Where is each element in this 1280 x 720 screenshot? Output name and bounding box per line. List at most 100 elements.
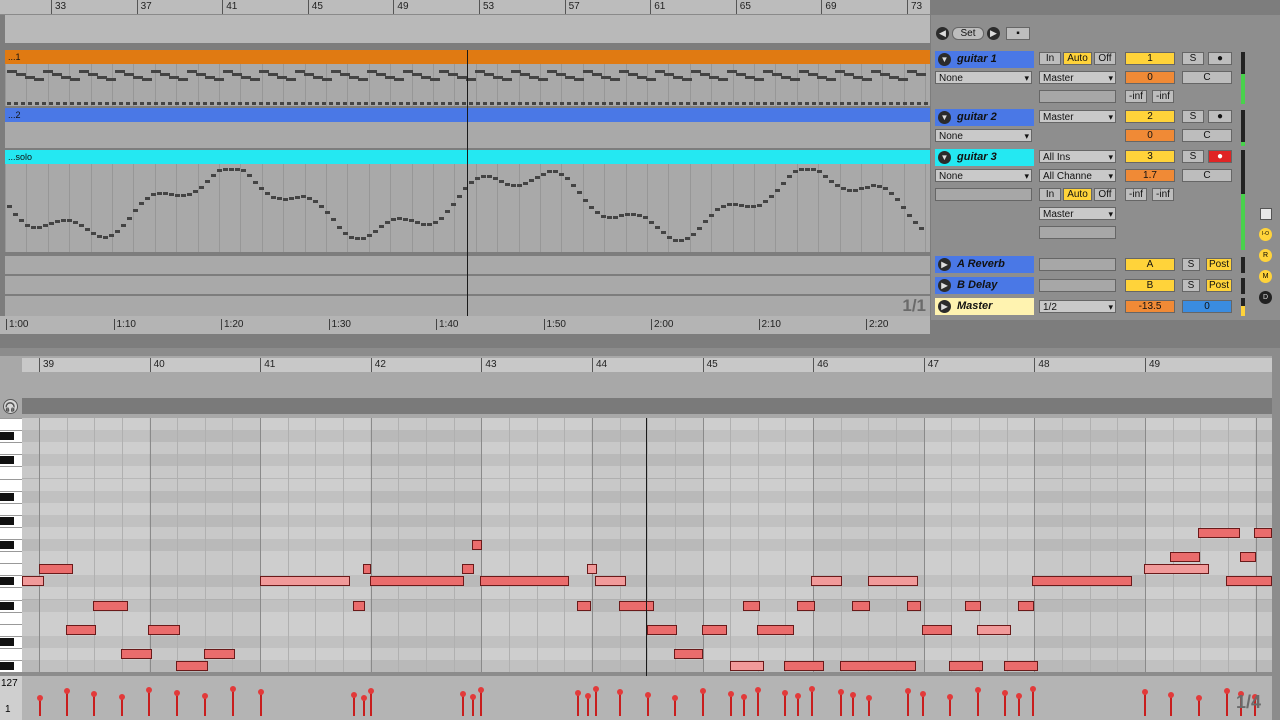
- black-key[interactable]: [0, 541, 14, 549]
- monitor-in-button-3[interactable]: In: [1039, 188, 1061, 201]
- velocity-handle[interactable]: [1002, 690, 1008, 696]
- arrangement-bar-ruler[interactable]: 33 37 41 45 49 53 57 61 65 69 73: [0, 0, 930, 15]
- black-key[interactable]: [0, 456, 14, 465]
- track-title-guitar-1[interactable]: ▼ guitar 1: [935, 51, 1034, 68]
- cue-out-select[interactable]: 1/2: [1039, 300, 1116, 314]
- fold-triangle-icon[interactable]: ▼: [938, 111, 951, 124]
- velocity-handle[interactable]: [368, 688, 374, 694]
- velocity-handle[interactable]: [258, 689, 264, 695]
- volume-field-1[interactable]: 0: [1125, 71, 1175, 84]
- velocity-stem[interactable]: [947, 694, 953, 716]
- black-key[interactable]: [0, 516, 14, 525]
- input-channel-select-guitar-3[interactable]: All Channe: [1039, 169, 1116, 183]
- velocity-handle[interactable]: [700, 688, 706, 694]
- velocity-stem[interactable]: [64, 688, 70, 716]
- black-key[interactable]: [0, 492, 14, 501]
- pan-field-2[interactable]: C: [1182, 129, 1232, 142]
- fold-triangle-icon[interactable]: ▼: [938, 53, 951, 66]
- arm-button-2[interactable]: ●: [1208, 110, 1232, 123]
- solo-button-a[interactable]: S: [1182, 258, 1200, 271]
- velocity-handle[interactable]: [1142, 689, 1148, 695]
- velocity-handle[interactable]: [1030, 686, 1036, 692]
- output-channel-guitar-1[interactable]: [1039, 90, 1116, 103]
- midi-note[interactable]: [22, 576, 44, 587]
- return-activator-a[interactable]: A: [1125, 258, 1175, 271]
- velocity-handle[interactable]: [672, 695, 678, 701]
- loop-brace-bar[interactable]: [22, 398, 1272, 414]
- solo-button-2[interactable]: S: [1182, 110, 1204, 123]
- velocity-stem[interactable]: [230, 686, 236, 716]
- velocity-stem[interactable]: [975, 687, 981, 716]
- velocity-handle[interactable]: [741, 694, 747, 700]
- velocity-stem[interactable]: [478, 687, 484, 716]
- midi-note[interactable]: [260, 576, 350, 587]
- preview-headphones-icon[interactable]: 🎧: [3, 399, 18, 414]
- velocity-stem[interactable]: [728, 691, 734, 716]
- velocity-stem[interactable]: [585, 693, 591, 716]
- velocity-handle[interactable]: [866, 695, 872, 701]
- midi-note[interactable]: [757, 624, 794, 635]
- prev-locator-icon[interactable]: ◀: [936, 27, 949, 40]
- send-b-field-1[interactable]: -inf: [1152, 90, 1174, 103]
- velocity-handle[interactable]: [920, 691, 926, 697]
- solo-button-3[interactable]: S: [1182, 150, 1204, 163]
- velocity-handle[interactable]: [460, 691, 466, 697]
- midi-note[interactable]: [674, 648, 703, 659]
- play-triangle-icon[interactable]: ▶: [938, 300, 951, 313]
- velocity-handle[interactable]: [64, 688, 70, 694]
- monitor-auto-button-3[interactable]: Auto: [1063, 188, 1092, 201]
- velocity-handle[interactable]: [361, 695, 367, 701]
- black-key[interactable]: [0, 637, 14, 646]
- velocity-handle[interactable]: [593, 686, 599, 692]
- velocity-stem[interactable]: [575, 690, 581, 716]
- post-button-b[interactable]: Post: [1206, 279, 1232, 292]
- monitor-off-button-3[interactable]: Off: [1094, 188, 1116, 201]
- velocity-stem[interactable]: [351, 692, 357, 716]
- velocity-stem[interactable]: [700, 688, 706, 716]
- velocity-handle[interactable]: [37, 695, 43, 701]
- velocity-handle[interactable]: [119, 694, 125, 700]
- velocity-handle[interactable]: [782, 690, 788, 696]
- midi-note[interactable]: [1144, 564, 1209, 575]
- velocity-stem[interactable]: [1196, 695, 1202, 716]
- solo-button-1[interactable]: S: [1182, 52, 1204, 65]
- velocity-stem[interactable]: [672, 695, 678, 716]
- midi-note[interactable]: [907, 600, 921, 611]
- pan-field-1[interactable]: C: [1182, 71, 1232, 84]
- black-key[interactable]: [0, 601, 14, 610]
- velocity-stem[interactable]: [905, 688, 911, 716]
- midi-note[interactable]: [702, 624, 727, 635]
- post-button-a[interactable]: Post: [1206, 258, 1232, 271]
- velocity-stem[interactable]: [258, 689, 264, 716]
- velocity-stem[interactable]: [146, 687, 152, 716]
- velocity-handle[interactable]: [905, 688, 911, 694]
- black-key[interactable]: [0, 662, 14, 670]
- midi-note[interactable]: [39, 564, 73, 575]
- midi-note[interactable]: [811, 576, 842, 587]
- track-activator-2[interactable]: 2: [1125, 110, 1175, 123]
- midi-note[interactable]: [977, 624, 1011, 635]
- volume-field-3[interactable]: 1.7: [1125, 169, 1175, 182]
- monitor-off-button[interactable]: Off: [1094, 52, 1116, 65]
- velocity-stem[interactable]: [1224, 688, 1230, 716]
- solo-button-b[interactable]: S: [1182, 279, 1200, 292]
- midi-note[interactable]: [595, 576, 626, 587]
- midi-note[interactable]: [1240, 552, 1256, 563]
- velocity-stem[interactable]: [1142, 689, 1148, 716]
- velocity-stem[interactable]: [850, 692, 856, 716]
- velocity-stem[interactable]: [1016, 693, 1022, 716]
- arm-button-1[interactable]: ●: [1208, 52, 1232, 65]
- black-key[interactable]: [0, 577, 14, 586]
- velocity-handle[interactable]: [728, 691, 734, 697]
- volume-field-2[interactable]: 0: [1125, 129, 1175, 142]
- velocity-handle[interactable]: [975, 687, 981, 693]
- velocity-stem[interactable]: [37, 695, 43, 716]
- midi-note[interactable]: [480, 576, 569, 587]
- velocity-handle[interactable]: [478, 687, 484, 693]
- midi-note[interactable]: [370, 576, 464, 587]
- velocity-handle[interactable]: [838, 689, 844, 695]
- velocity-stem[interactable]: [593, 686, 599, 716]
- midi-note[interactable]: [868, 576, 918, 587]
- midi-note[interactable]: [1198, 527, 1240, 538]
- track-activator-3[interactable]: 3: [1125, 150, 1175, 163]
